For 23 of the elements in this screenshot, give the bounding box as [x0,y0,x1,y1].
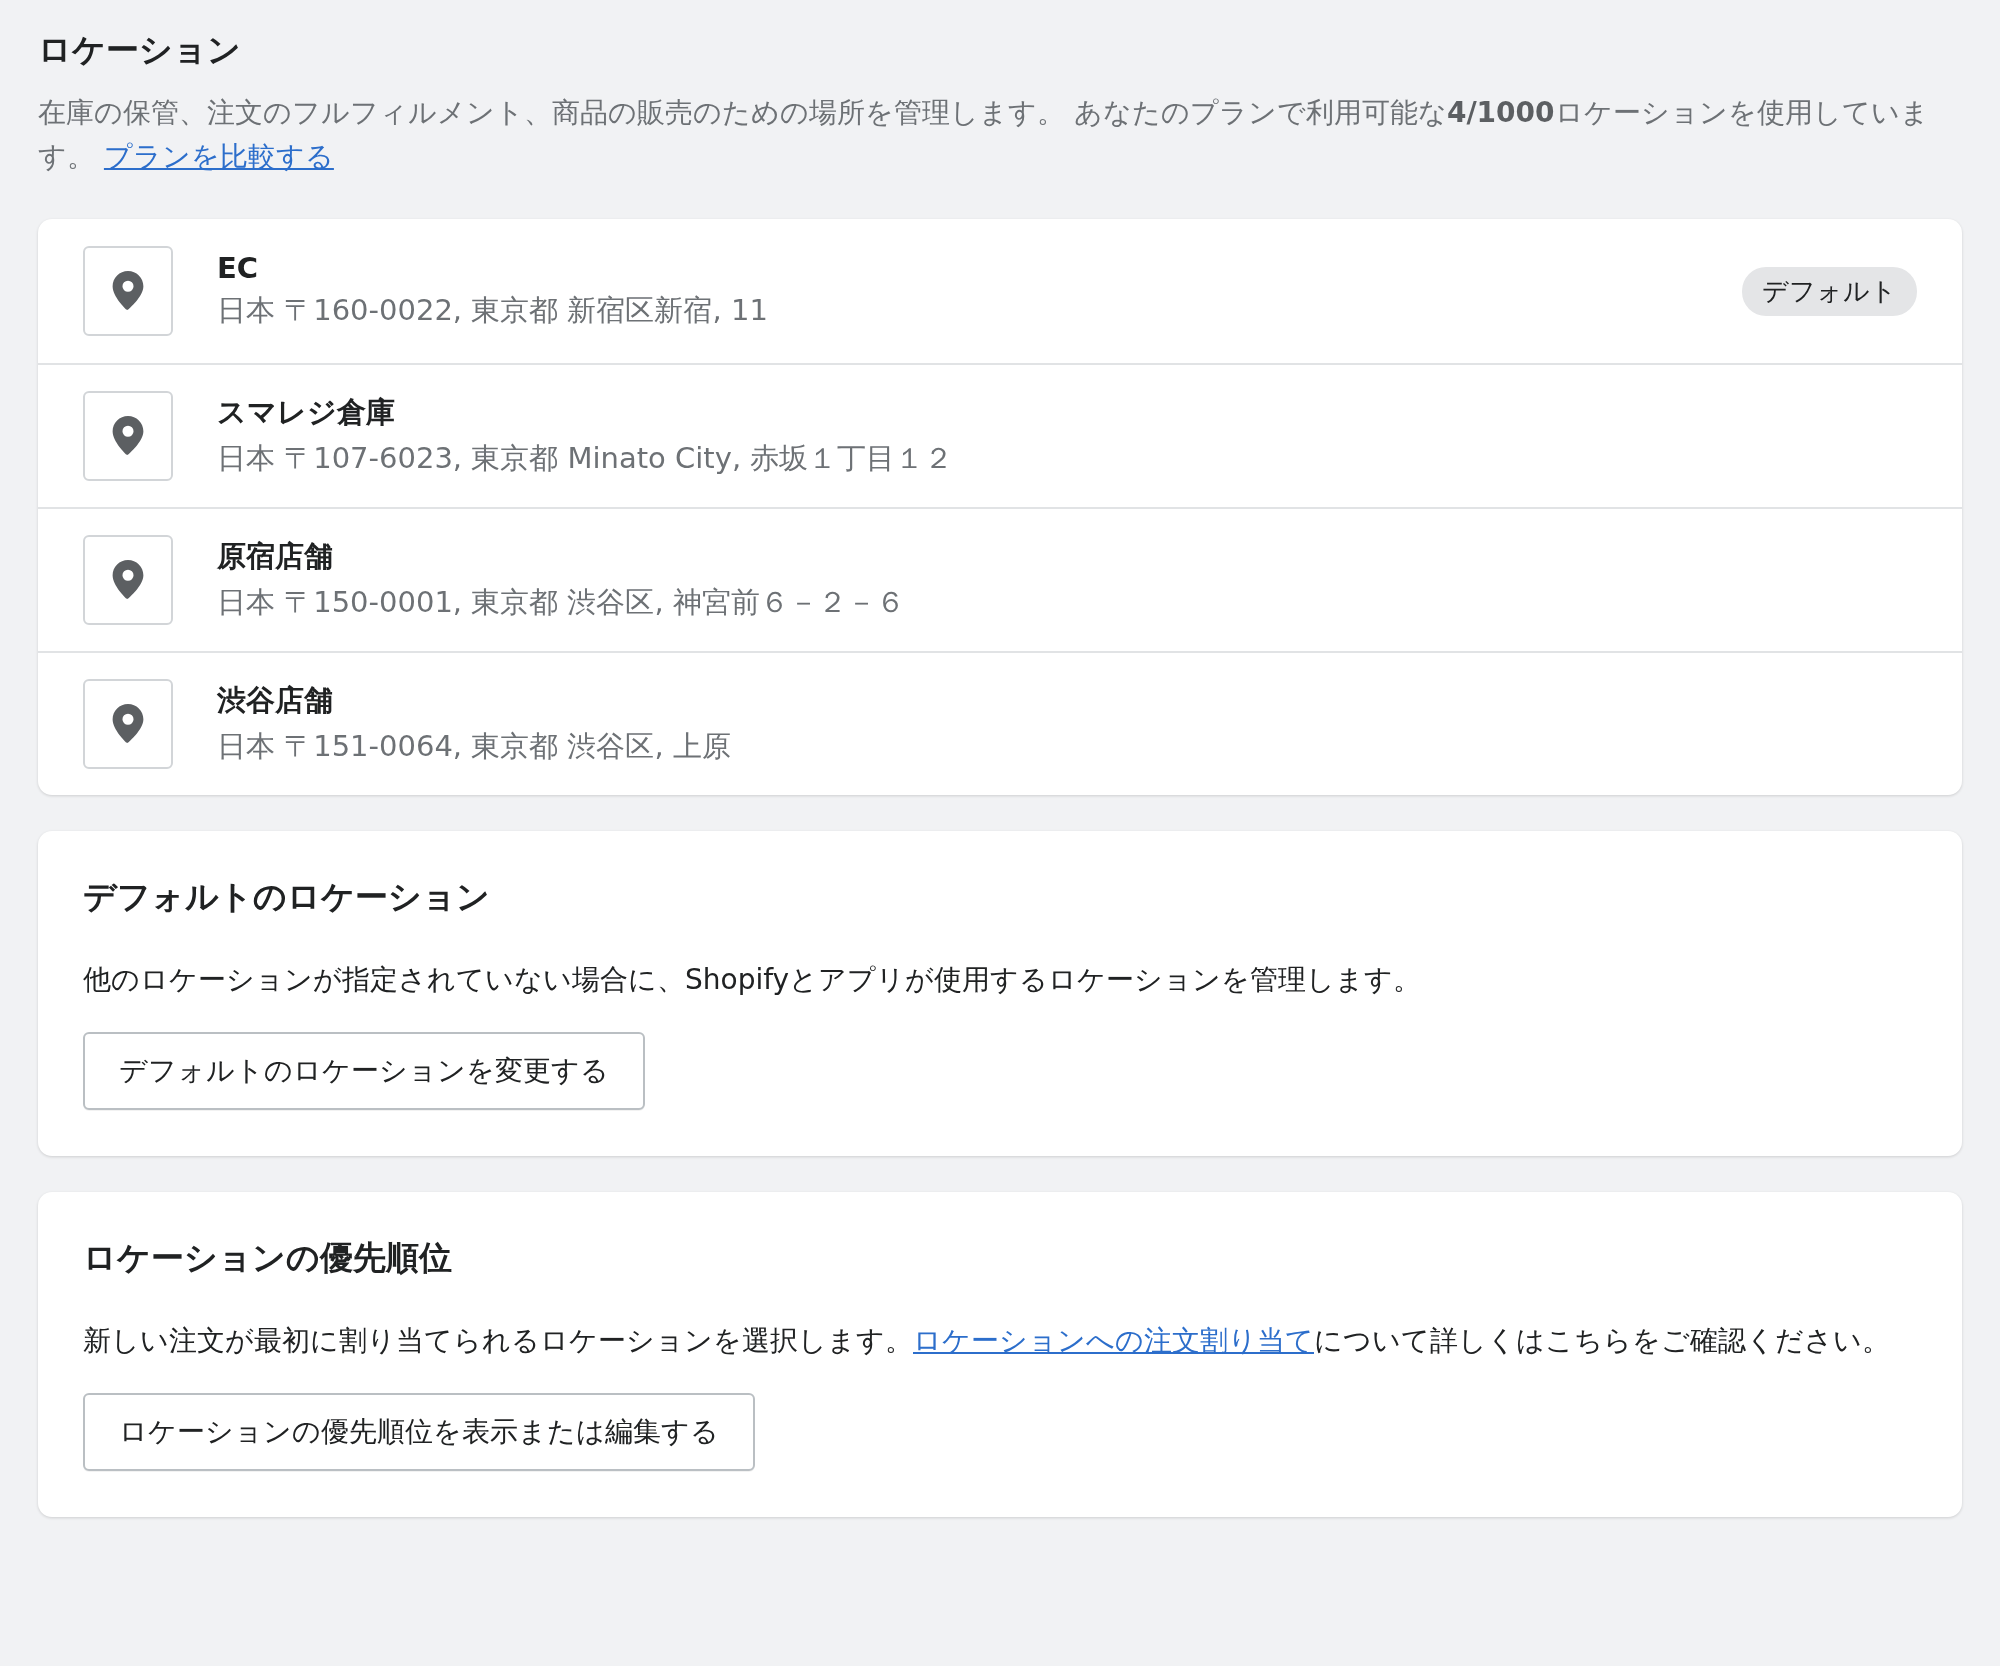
location-name[interactable]: EC [217,251,1742,285]
change-default-button[interactable]: デフォルトのロケーションを変更する [83,1032,645,1110]
map-pin-icon [112,416,144,456]
section-title: デフォルトのロケーション [83,876,491,918]
page-title: ロケーション [38,29,242,71]
location-address: 日本 〒160-0022, 東京都 新宿区新宿, 11 [217,292,769,329]
map-pin-icon [112,560,144,600]
order-allocation-link[interactable]: ロケーションへの注文割り当て [913,1324,1314,1357]
map-pin-icon [112,271,144,311]
page-description: 在庫の保管、注文のフルフィルメント、商品の販売のための場所を管理します。 あなたのプランで利用可能な4/1000ロケーションを使用しています。 プランを比較する [38,95,1930,175]
map-pin-icon [112,704,144,744]
location-name[interactable]: 渋谷店舗 [217,681,1917,721]
location-address: 日本 〒150-0001, 東京都 渋谷区, 神宮前６－２－６ [217,584,906,621]
section-title: ロケーションの優先順位 [83,1237,453,1279]
location-name[interactable]: 原宿店舗 [217,537,1917,577]
section-description: 新しい注文が最初に割り当てられるロケーションを選択します。ロケーションへの注文割り当て について詳しくはこちらをご確認ください。 [83,1323,1891,1359]
location-address: 日本 〒107-6023, 東京都 Minato City, 赤坂１丁目１２ [217,440,955,477]
default-badge: デフォルト [1742,266,1917,316]
location-address: 日本 〒151-0064, 東京都 渋谷区, 上原 [217,728,732,765]
compare-plans-link[interactable]: プランを比較する [103,140,334,173]
edit-priority-button[interactable]: ロケーションの優先順位を表示または編集する [83,1393,755,1471]
location-name[interactable]: スマレジ倉庫 [217,393,1917,433]
section-description: 他のロケーションが指定されていない場合に、Shopifyとアプリが使用するロケーションを管理します。 [83,962,1423,998]
